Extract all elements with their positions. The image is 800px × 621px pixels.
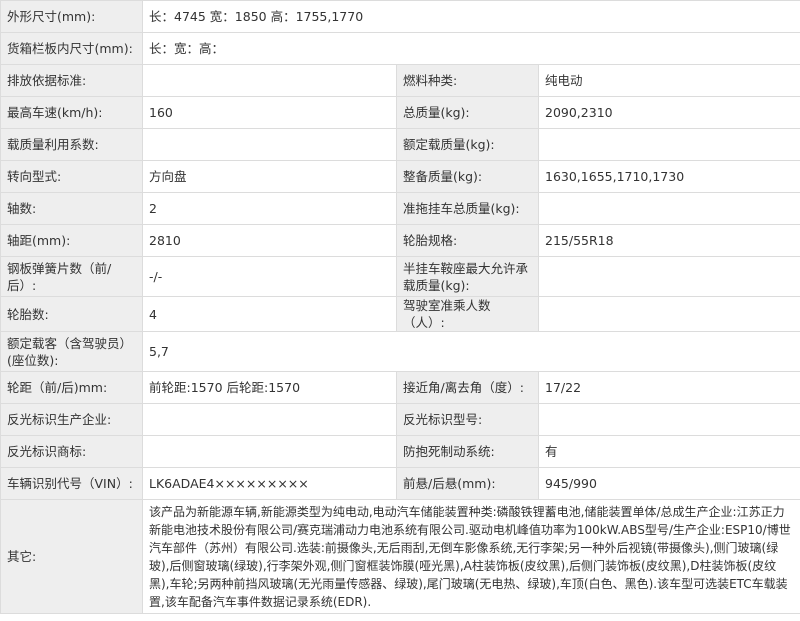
row-value-2: 215/55R18 — [537, 224, 800, 257]
table-row: 轮胎数: 4 驾驶室准乘人数（人）: — [0, 296, 800, 332]
row-label: 车辆识别代号（VIN）: — [0, 467, 143, 500]
table-row: 轴距(mm): 2810 轮胎规格: 215/55R18 — [0, 224, 800, 257]
row-label: 外形尺寸(mm): — [0, 0, 143, 33]
row-label: 轴距(mm): — [0, 224, 143, 257]
other-notes: 该产品为新能源车辆,新能源类型为纯电动,电动汽车储能装置种类:磷酸铁锂蓄电池,储… — [141, 499, 800, 614]
row-value — [142, 64, 397, 97]
row-value: -/- — [142, 256, 397, 297]
row-label-2: 半挂车鞍座最大允许承载质量(kg): — [396, 256, 539, 297]
row-label: 货箱栏板内尺寸(mm): — [0, 32, 143, 65]
row-label: 转向型式: — [0, 160, 143, 193]
table-row: 车辆识别代号（VIN）: LK6ADAE4××××××××× 前悬/后悬(mm)… — [0, 467, 800, 500]
row-value-2: 945/990 — [537, 467, 800, 500]
row-value-2 — [537, 256, 800, 297]
table-row: 转向型式: 方向盘 整备质量(kg): 1630,1655,1710,1730 — [0, 160, 800, 193]
row-label-2: 防抱死制动系统: — [396, 435, 539, 468]
row-value-2: 纯电动 — [537, 64, 800, 97]
row-label: 其它: — [0, 499, 143, 614]
row-label-2: 额定载质量(kg): — [396, 128, 539, 161]
table-row: 排放依据标准: 燃料种类: 纯电动 — [0, 64, 800, 97]
row-value — [142, 128, 397, 161]
row-value: 2810 — [142, 224, 397, 257]
table-row: 最高车速(km/h): 160 总质量(kg): 2090,2310 — [0, 96, 800, 129]
row-value-2 — [537, 403, 800, 436]
row-value: 160 — [142, 96, 397, 129]
row-label-2: 接近角/离去角（度）: — [396, 371, 539, 404]
table-row: 货箱栏板内尺寸(mm): 长：宽：高： — [0, 32, 800, 65]
row-label-2: 整备质量(kg): — [396, 160, 539, 193]
row-value: 长：宽：高： — [141, 32, 800, 65]
row-value-2: 2090,2310 — [537, 96, 800, 129]
row-label: 轮胎数: — [0, 296, 143, 332]
table-row: 轴数: 2 准拖挂车总质量(kg): — [0, 192, 800, 225]
row-label-2: 前悬/后悬(mm): — [396, 467, 539, 500]
row-label: 载质量利用系数: — [0, 128, 143, 161]
row-label: 钢板弹簧片数（前/后）: — [0, 256, 143, 297]
row-value: 4 — [142, 296, 397, 332]
row-value-2: 有 — [537, 435, 800, 468]
row-label-2: 燃料种类: — [396, 64, 539, 97]
row-label: 轮距（前/后)mm: — [0, 371, 143, 404]
row-value: 长：4745 宽：1850 高：1755,1770 — [141, 0, 800, 33]
row-value-2: 17/22 — [537, 371, 800, 404]
row-value-2 — [537, 296, 800, 332]
row-value-2: 1630,1655,1710,1730 — [537, 160, 800, 193]
row-label: 排放依据标准: — [0, 64, 143, 97]
row-value: 5,7 — [141, 331, 800, 372]
row-label-2: 总质量(kg): — [396, 96, 539, 129]
row-value: 方向盘 — [142, 160, 397, 193]
row-label: 轴数: — [0, 192, 143, 225]
table-row: 轮距（前/后)mm: 前轮距:1570 后轮距:1570 接近角/离去角（度）:… — [0, 371, 800, 404]
row-value: LK6ADAE4××××××××× — [142, 467, 397, 500]
table-row: 钢板弹簧片数（前/后）: -/- 半挂车鞍座最大允许承载质量(kg): — [0, 256, 800, 297]
row-label-2: 准拖挂车总质量(kg): — [396, 192, 539, 225]
row-value-2 — [537, 192, 800, 225]
row-label: 反光标识商标: — [0, 435, 143, 468]
row-label: 反光标识生产企业: — [0, 403, 143, 436]
table-row: 反光标识商标: 防抱死制动系统: 有 — [0, 435, 800, 468]
row-label: 最高车速(km/h): — [0, 96, 143, 129]
row-value-2 — [537, 128, 800, 161]
table-row: 载质量利用系数: 额定载质量(kg): — [0, 128, 800, 161]
row-label-2: 驾驶室准乘人数（人）: — [396, 296, 539, 332]
table-row: 其它: 该产品为新能源车辆,新能源类型为纯电动,电动汽车储能装置种类:磷酸铁锂蓄… — [0, 499, 800, 614]
row-label: 额定载客（含驾驶员）(座位数): — [0, 331, 143, 372]
row-label-2: 轮胎规格: — [396, 224, 539, 257]
table-row: 额定载客（含驾驶员）(座位数): 5,7 — [0, 331, 800, 372]
vehicle-spec-table: 外形尺寸(mm): 长：4745 宽：1850 高：1755,1770 货箱栏板… — [0, 0, 800, 614]
row-label-2: 反光标识型号: — [396, 403, 539, 436]
row-value: 前轮距:1570 后轮距:1570 — [142, 371, 397, 404]
row-value — [142, 403, 397, 436]
row-value — [142, 435, 397, 468]
row-value: 2 — [142, 192, 397, 225]
table-row: 外形尺寸(mm): 长：4745 宽：1850 高：1755,1770 — [0, 0, 800, 33]
table-row: 反光标识生产企业: 反光标识型号: — [0, 403, 800, 436]
